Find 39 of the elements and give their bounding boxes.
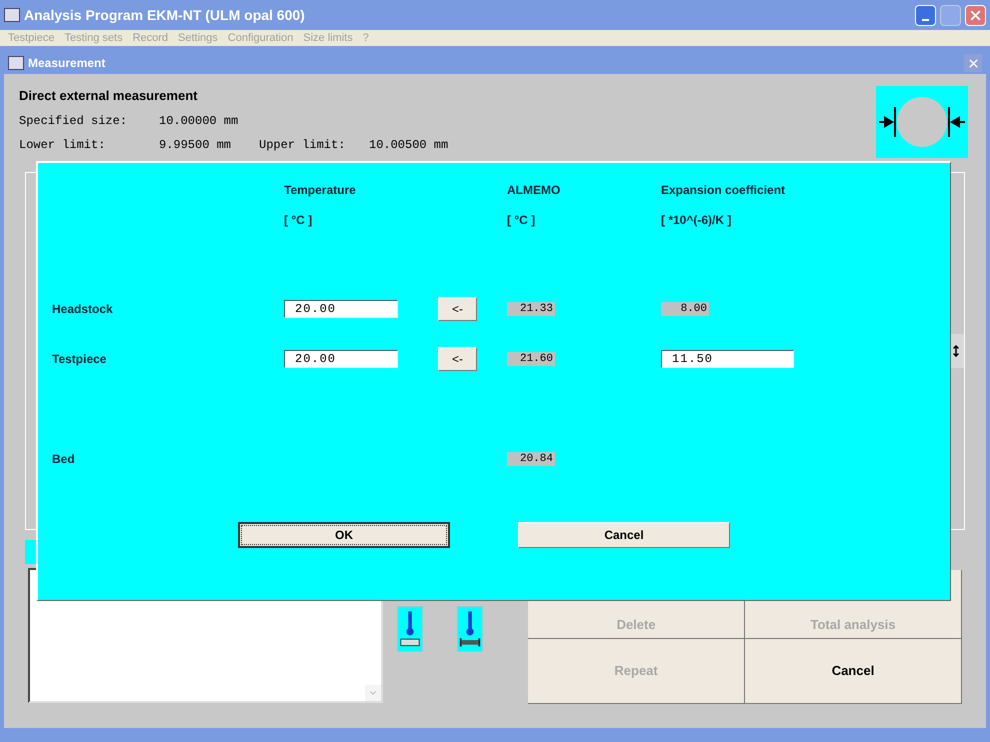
app-icon (4, 8, 20, 22)
external-measurement-icon (876, 86, 968, 158)
row-label: Bed (52, 451, 76, 468)
action-button[interactable]: Cancel (745, 638, 962, 704)
almemo-value: 21.33 (507, 302, 555, 316)
column-heading: Expansion coefficient (661, 182, 786, 199)
row-label: Testpiece (52, 351, 108, 368)
copy-button[interactable]: <- (438, 347, 477, 371)
close-button[interactable] (964, 54, 982, 72)
column-unit: [ °C ] (507, 212, 536, 229)
column-heading: Temperature (284, 182, 357, 199)
almemo-value: 20.84 (507, 452, 555, 466)
dialog-button[interactable]: Cancel (518, 522, 730, 548)
window-title: Analysis Program EKM-NT (ULM opal 600) (24, 6, 305, 25)
specified-size-value: 10.00000 mm (159, 112, 238, 130)
temperature-field[interactable]: 20.00 (284, 300, 398, 318)
column-unit: [ *10^(-6)/K ] (661, 212, 732, 229)
upper-limit-value: 10.00500 mm (369, 136, 448, 154)
close-icon (966, 56, 980, 70)
column-heading: ALMEMO (507, 182, 562, 199)
column-unit: [ °C ] (284, 212, 314, 229)
coefficient-value: 8.00 (661, 302, 709, 316)
thermometer-icon[interactable] (396, 606, 423, 652)
upper-limit-label: Upper limit: (259, 136, 346, 154)
minimize-button[interactable] (915, 4, 936, 26)
row-label: Headstock (52, 301, 114, 318)
measurement-heading: Direct external measurement (19, 87, 198, 105)
dialog-button[interactable]: OK (238, 522, 450, 548)
copy-button[interactable]: <- (438, 297, 477, 321)
thermometer-icon[interactable] (456, 606, 483, 652)
specified-size-label: Specified size: (19, 112, 128, 130)
temperature-field[interactable]: 20.00 (284, 350, 398, 368)
lower-limit-value: 9.99500 mm (159, 136, 232, 154)
almemo-value: 21.60 (507, 352, 555, 366)
close-button[interactable] (965, 4, 986, 26)
child-window-title: Measurement (28, 55, 106, 72)
coefficient-field[interactable]: 11.50 (661, 350, 794, 368)
lower-limit-label: Lower limit: (19, 136, 106, 154)
app-icon (8, 56, 24, 70)
